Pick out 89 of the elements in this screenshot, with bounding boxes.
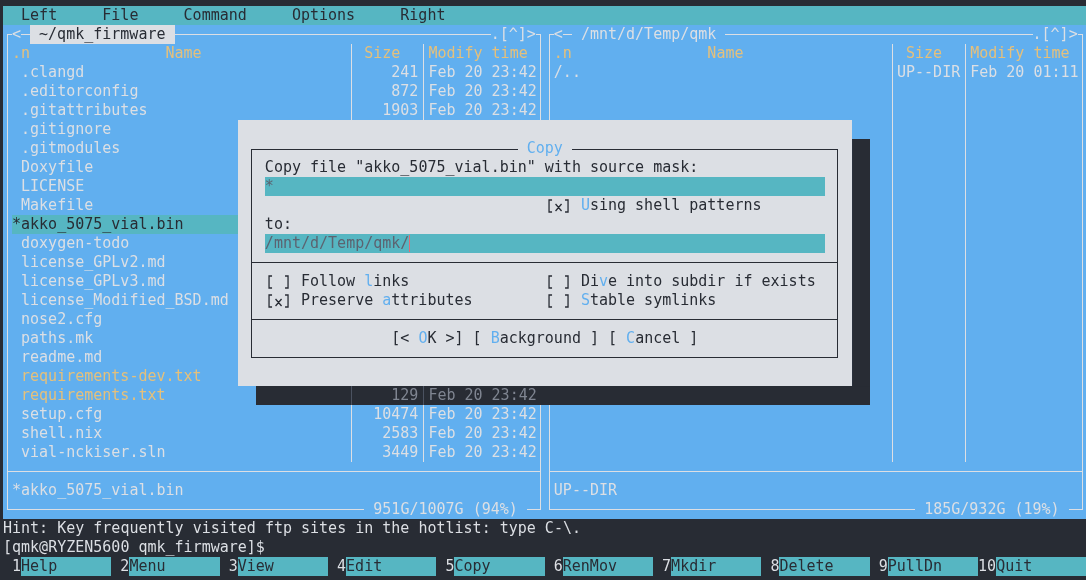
function-key-number: 9 (877, 557, 888, 576)
function-key-number: 1 (11, 557, 22, 576)
shell-prompt: [qmk@RYZEN5600 qmk_firmware]$ (3, 538, 266, 557)
sort-indicator[interactable]: .n (553, 44, 572, 63)
file-time: Feb 20 23:42 (422, 386, 536, 405)
menu-item[interactable]: Options (291, 6, 356, 25)
panel-controls[interactable]: .[^]> (490, 25, 536, 44)
file-size: UP--DIR (892, 63, 965, 82)
file-size: 129 (350, 386, 423, 405)
function-key[interactable]: Copy (454, 557, 545, 576)
file-name[interactable]: Makefile (21, 196, 94, 215)
file-name[interactable]: .gitattributes (21, 101, 148, 120)
column-header[interactable]: Modify time (964, 44, 1078, 63)
dialog-title: Copy (517, 139, 572, 158)
function-key[interactable]: View (237, 557, 329, 576)
file-size: 3449 (350, 443, 423, 462)
file-name[interactable]: Doxyfile (21, 158, 94, 177)
file-name[interactable]: vial-nckiser.sln (21, 443, 166, 462)
file-size: 872 (350, 82, 423, 101)
function-key[interactable]: Mkdir (671, 557, 762, 576)
checkbox-label: Stable symlinks (580, 291, 717, 310)
function-key-number: 8 (769, 557, 780, 576)
file-name[interactable]: license_GPLv3.md (21, 272, 166, 291)
function-key[interactable]: Delete (779, 557, 870, 576)
column-header[interactable]: Name (165, 44, 202, 63)
file-name[interactable]: license_GPLv2.md (21, 253, 166, 272)
checkbox-label: Preserve attributes (300, 291, 473, 310)
function-key-number: 4 (336, 557, 347, 576)
file-name[interactable]: setup.cfg (21, 405, 103, 424)
file-name[interactable]: .gitmodules (21, 139, 121, 158)
dialog-button[interactable]: [< OK >] (391, 329, 464, 348)
checkbox-label: Using shell patterns (580, 196, 762, 215)
column-header[interactable]: Size (892, 44, 965, 63)
function-key[interactable]: RenMov (562, 557, 654, 576)
file-name[interactable]: .gitignore (21, 120, 112, 139)
function-key[interactable]: PullDn (887, 557, 979, 576)
file-name[interactable]: paths.mk (21, 329, 94, 348)
file-name[interactable]: .editorconfig (21, 82, 139, 101)
field-label: to: (264, 215, 293, 234)
function-key[interactable]: Help (21, 557, 112, 576)
dialog-button[interactable]: [ Background ] (472, 329, 599, 348)
file-size: 241 (350, 63, 423, 82)
file-name[interactable]: doxygen-todo (21, 234, 130, 253)
file-name[interactable]: license_Modified_BSD.md (21, 291, 229, 310)
column-header[interactable]: Size (350, 44, 423, 63)
column-header[interactable]: Name (707, 44, 744, 63)
function-key[interactable]: Edit (346, 557, 437, 576)
file-name[interactable]: /.. (553, 63, 581, 82)
file-name[interactable]: requirements-dev.txt (21, 367, 202, 386)
file-name[interactable]: nose2.cfg (21, 310, 103, 329)
file-name[interactable]: .clangd (21, 63, 85, 82)
function-key[interactable]: Quit (996, 557, 1086, 576)
file-time: Feb 20 01:11 (964, 63, 1078, 82)
panel-status: *akko_5075_vial.bin (12, 481, 185, 500)
file-time: Feb 20 23:42 (422, 63, 536, 82)
file-time: Feb 20 23:42 (422, 405, 536, 424)
file-time: Feb 20 23:42 (422, 424, 536, 443)
checkbox-label: Follow links (300, 272, 410, 291)
file-name[interactable]: LICENSE (21, 177, 85, 196)
file-time: Feb 20 23:42 (422, 443, 536, 462)
function-key-number: 5 (444, 557, 455, 576)
panel-status: UP--DIR (553, 481, 619, 500)
menu-item[interactable]: Right (400, 6, 446, 25)
panel-path[interactable]: ~/qmk_firmware (30, 25, 175, 44)
input-field[interactable]: /mnt/d/Temp/qmk/ (264, 234, 825, 253)
disk-usage: 185G/932G (19%) (915, 500, 1069, 519)
input-field[interactable]: * (264, 177, 825, 196)
function-key-number: 6 (552, 557, 563, 576)
function-key-number: 2 (119, 557, 130, 576)
file-name[interactable]: shell.nix (21, 424, 103, 443)
function-key-number: 10 (978, 557, 997, 576)
disk-usage: 951G/1007G (94%) (364, 500, 527, 519)
column-header[interactable]: Modify time (422, 44, 536, 63)
dialog-prompt: Copy file "akko_5075_vial.bin" with source mask: (264, 158, 700, 177)
dialog-button[interactable]: [ Cancel ] (608, 329, 699, 348)
file-size: 2583 (350, 424, 423, 443)
panel-path[interactable]: /mnt/d/Temp/qmk (571, 25, 726, 44)
file-name[interactable]: readme.md (21, 348, 103, 367)
function-key-number: 3 (227, 557, 238, 576)
hint-text: Hint: Key frequently visited ftp sites in the hotlist: type C-\. (3, 519, 582, 538)
file-size: 10474 (350, 405, 423, 424)
file-time: Feb 20 23:42 (422, 82, 536, 101)
sort-indicator[interactable]: .n (12, 44, 31, 63)
menu-item[interactable]: Command (183, 6, 247, 25)
checkbox-label: Dive into subdir if exists (580, 272, 816, 291)
panel-controls[interactable]: .[^]> (1032, 25, 1078, 44)
menu-item[interactable]: Left (21, 6, 58, 25)
menu-item[interactable]: File (102, 6, 139, 25)
function-key[interactable]: Menu (129, 557, 220, 576)
